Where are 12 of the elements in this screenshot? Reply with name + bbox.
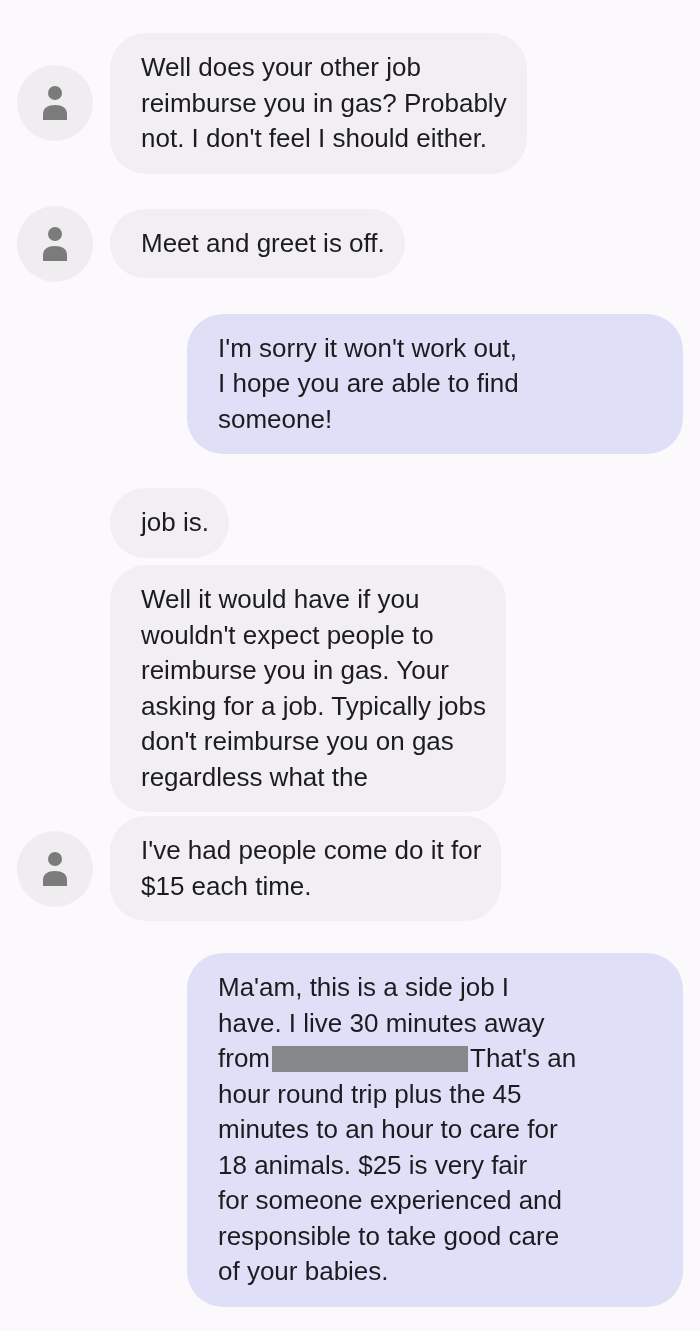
person-icon [43,851,67,886]
message-text: Well does your other job reimburse you in gas? Probably not. I don't feel I should either. [141,52,507,153]
message-text: hour round trip plus the 45 minutes to an hour to care for 18 animals. $25 is very fair for someone experienced and responsible to take good care of your babies. [218,1077,563,1288]
message-text: That's an [470,1042,577,1075]
message-text: I've had people come do it for $15 each time. [141,835,482,901]
message-text: job is. [141,507,209,538]
message-text: from [218,1042,270,1075]
person-icon [43,226,67,261]
person-icon [43,86,67,121]
message-text: Meet and greet is off. [141,227,385,258]
message-text: I'm sorry it won't work out, I hope you are able to find someone! [218,332,519,434]
message-text: Well it would have if you wouldn't expect people to reimburse you in gas. Your asking for a job. Typically jobs don't reimburse you on gas regardless what the [141,584,486,792]
